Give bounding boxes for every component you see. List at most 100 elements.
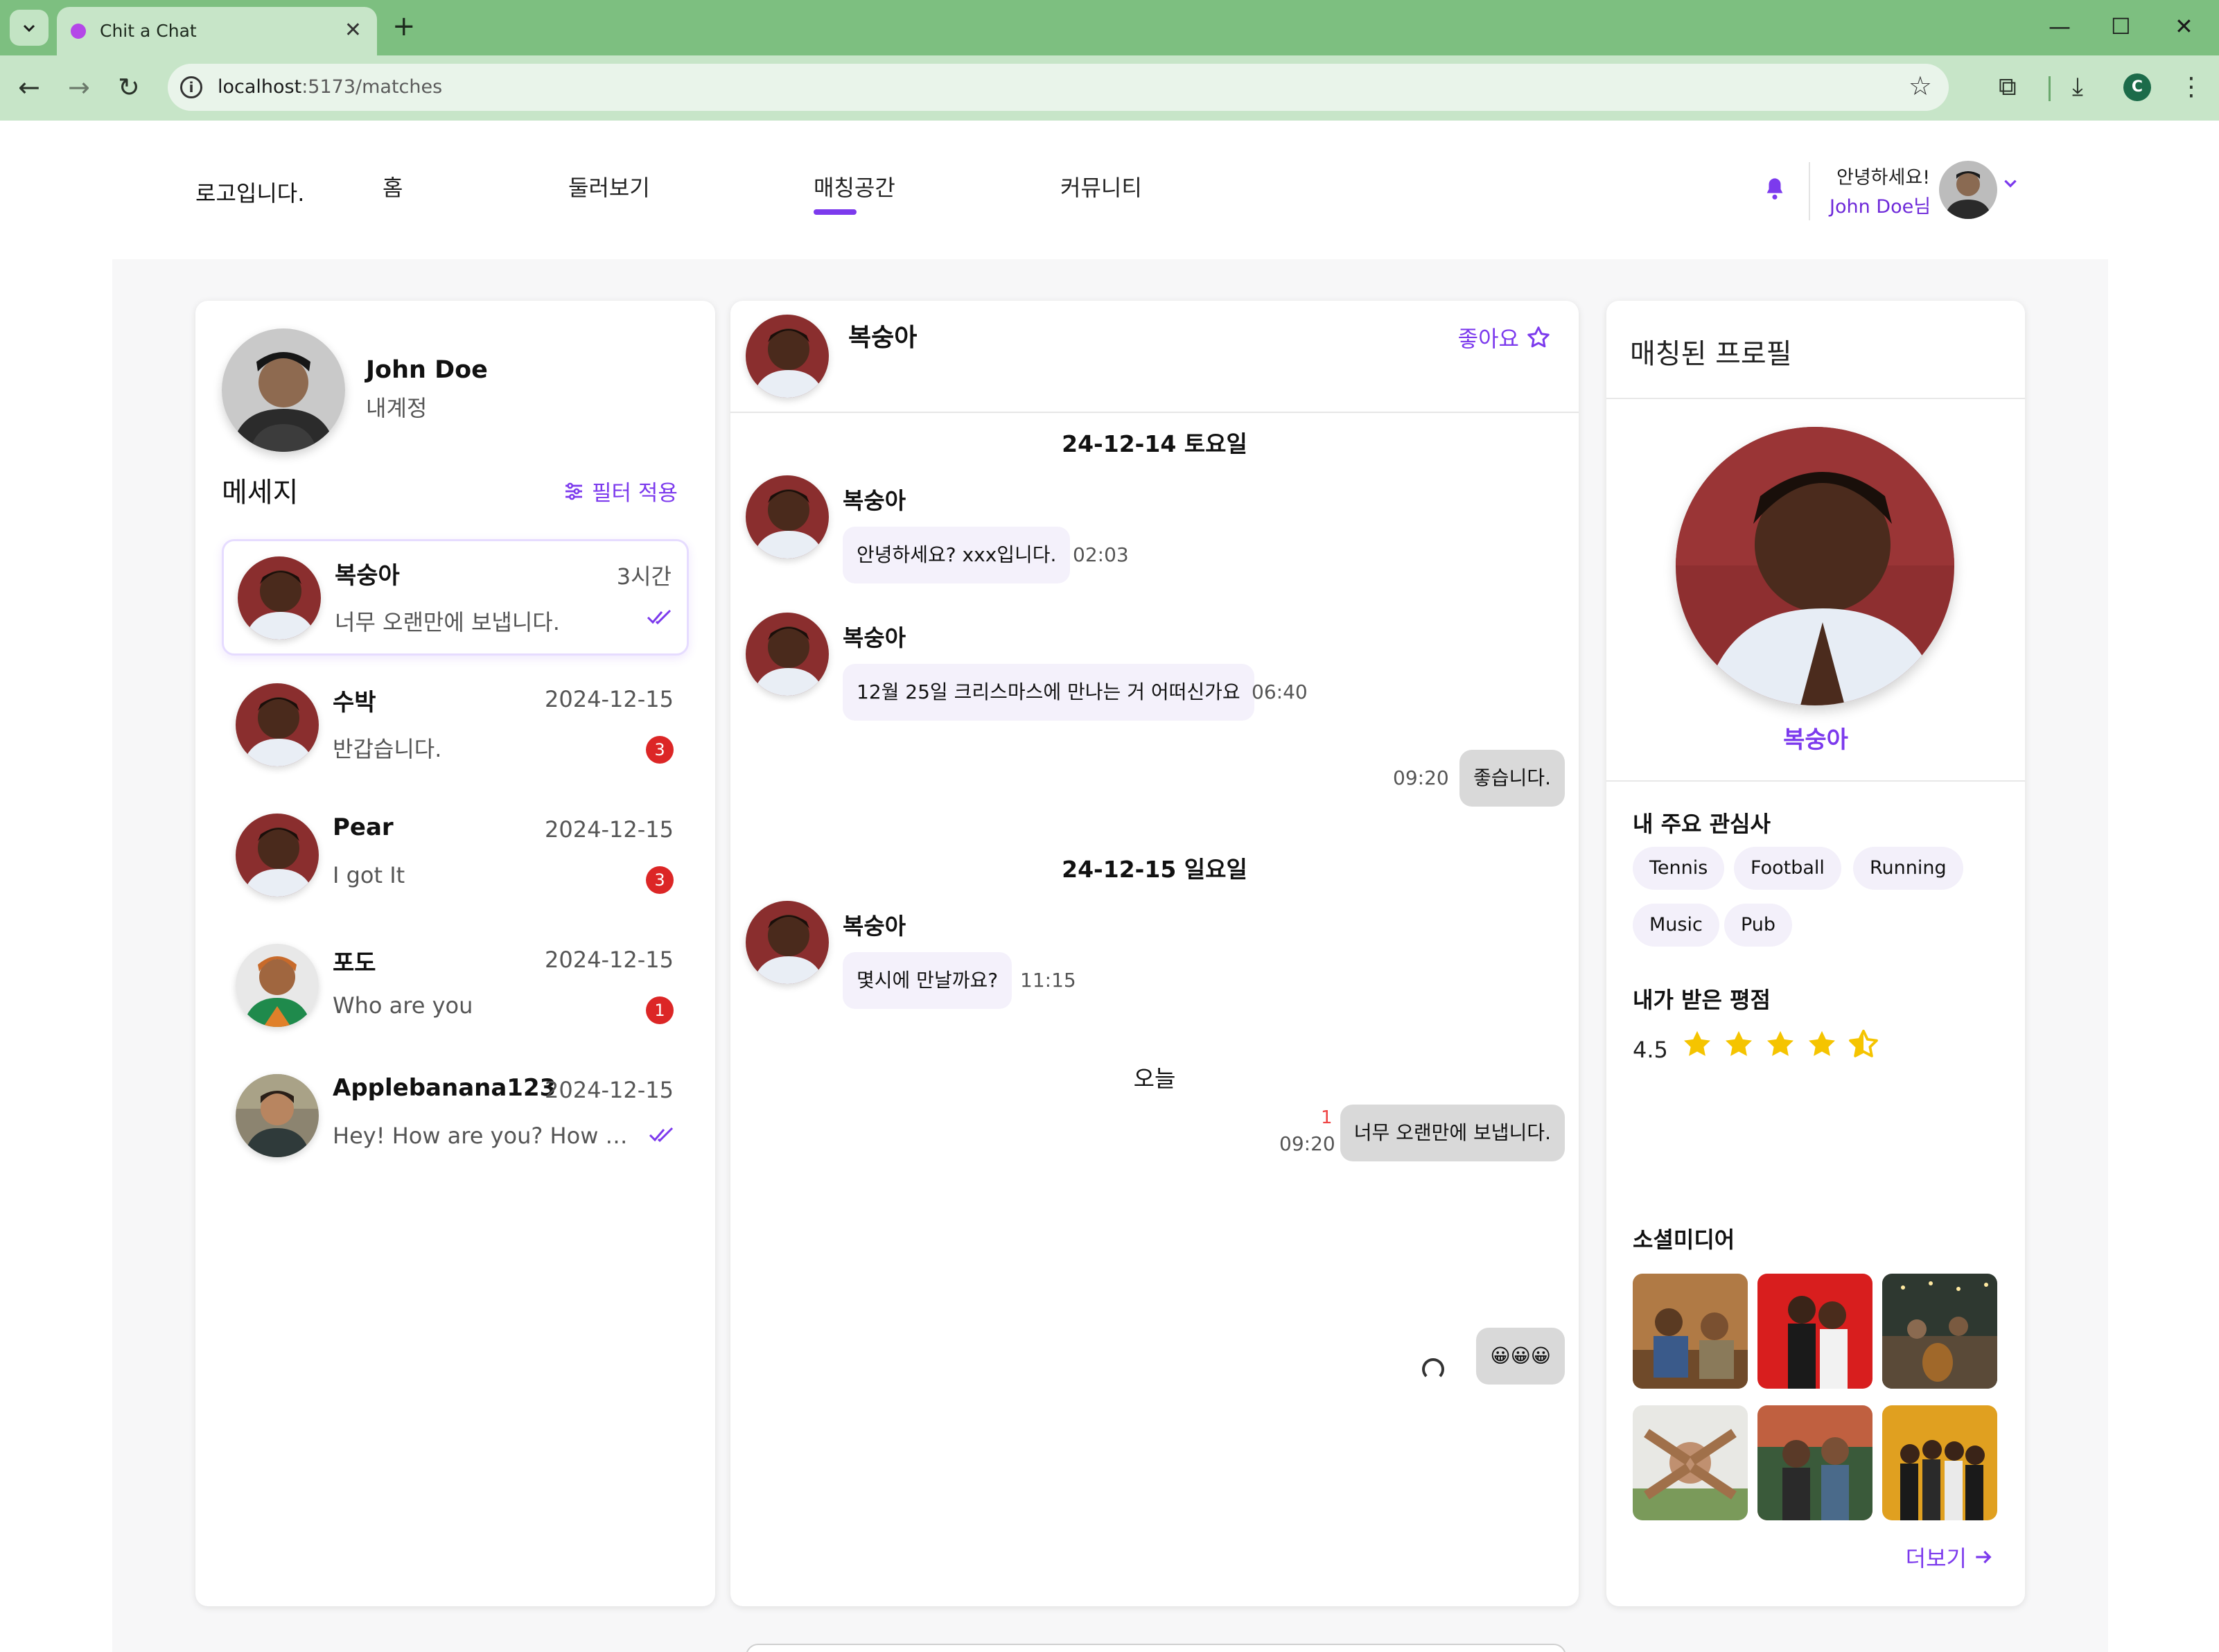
conversation-name: 복숭아 — [335, 562, 400, 590]
sending-spinner-icon — [1422, 1358, 1444, 1380]
user-avatar[interactable] — [1939, 161, 1997, 219]
active-nav-indicator — [814, 209, 857, 215]
greeting-text: 안녕하세요! — [1836, 167, 1931, 188]
chat-partner-avatar[interactable] — [746, 315, 829, 398]
close-window-icon[interactable]: ✕ — [2175, 12, 2193, 40]
download-icon[interactable]: ⤓ — [2072, 71, 2083, 104]
incoming-message-bubble: 12월 25일 크리스마스에 만나는 거 어떠신가요 — [843, 664, 1254, 721]
message-composer — [746, 1644, 1566, 1652]
social-photo[interactable] — [1882, 1405, 1997, 1520]
chat-panel: 복숭아 좋아요 24-12-14 토요일 복숭아 안녕하세요? xxx입니다. … — [730, 301, 1579, 1652]
tab-search-button[interactable] — [10, 10, 49, 46]
like-label: 좋아요 — [1457, 326, 1519, 352]
conversation-item[interactable]: Applebanana123 2024-12-15 Hey! How are y… — [222, 1059, 689, 1175]
user-greeting: John Doe님 — [1830, 196, 1931, 218]
nav-home[interactable]: 홈 — [383, 170, 403, 202]
filter-button[interactable]: 필터 적용 — [563, 475, 678, 507]
conversation-avatar — [236, 1074, 319, 1157]
bookmark-star-icon[interactable]: ☆ — [1909, 71, 1932, 101]
interests-title: 내 주요 관심사 — [1633, 811, 1771, 837]
like-button[interactable]: 좋아요 — [1458, 322, 1551, 353]
unread-badge: 3 — [646, 736, 674, 764]
star-filled-icon — [1809, 1030, 1835, 1056]
date-separator: 24-12-14 토요일 — [1062, 430, 1247, 457]
nav-matches[interactable]: 매칭공간 — [814, 170, 895, 202]
address-bar[interactable]: i localhost:5173/matches ☆ — [168, 64, 1949, 111]
interest-chip: Pub — [1724, 904, 1793, 947]
logo[interactable]: 로고입니다. — [195, 176, 304, 208]
interest-chip: Tennis — [1633, 847, 1725, 890]
social-photo[interactable] — [1633, 1405, 1748, 1520]
conversation-time: 2024-12-15 — [545, 947, 674, 973]
outgoing-message-bubble: 😀😀😀 — [1476, 1328, 1565, 1385]
my-avatar[interactable] — [222, 328, 345, 452]
minimize-icon[interactable]: — — [2049, 12, 2071, 40]
maximize-icon[interactable]: ☐ — [2111, 12, 2131, 40]
back-icon[interactable]: ← — [18, 71, 40, 104]
conversation-avatar — [238, 556, 321, 640]
chat-partner-name: 복숭아 — [848, 324, 918, 352]
star-filled-icon — [1684, 1030, 1710, 1056]
my-account-label: 내계정 — [366, 395, 428, 421]
conversation-preview: Who are you — [333, 992, 473, 1019]
messages-title: 메세지 — [222, 477, 299, 509]
conversation-time: 2024-12-15 — [545, 816, 674, 843]
rating-value: 4.5 — [1633, 1037, 1668, 1063]
conversation-name: 수박 — [333, 689, 376, 717]
unread-badge: 3 — [646, 866, 674, 894]
more-link[interactable]: 더보기 — [1906, 1541, 1994, 1573]
extensions-icon[interactable]: ⧉ — [1999, 71, 2017, 104]
forward-icon[interactable]: → — [68, 71, 90, 104]
interest-chip: Running — [1853, 847, 1963, 890]
message-time: 06:40 — [1252, 680, 1308, 703]
star-filled-icon — [1767, 1030, 1793, 1056]
conversation-preview: 반갑습니다. — [333, 736, 442, 762]
social-photo[interactable] — [1757, 1405, 1872, 1520]
arrow-right-icon — [1976, 1550, 1992, 1564]
conversation-avatar — [236, 814, 319, 897]
chat-header-divider — [730, 412, 1579, 413]
social-photo[interactable] — [1757, 1274, 1872, 1389]
browser-profile-avatar[interactable]: C — [2123, 73, 2151, 101]
profile-divider — [1606, 780, 2025, 782]
conversation-item[interactable]: 복숭아 3시간 너무 오랜만에 보냅니다. — [222, 539, 689, 656]
matched-profile-photo[interactable] — [1676, 427, 1954, 705]
conversation-preview: 너무 오랜만에 보냅니다. — [335, 609, 560, 635]
my-name: John Doe — [366, 356, 488, 384]
read-check-icon — [649, 1125, 675, 1146]
interest-chip: Football — [1734, 847, 1841, 890]
social-photo[interactable] — [1882, 1274, 1997, 1389]
conversation-name: 포도 — [333, 949, 376, 977]
star-half-icon — [1849, 1029, 1878, 1057]
url-text: localhost:5173/matches — [218, 76, 443, 98]
message-avatar — [746, 613, 829, 696]
profile-divider — [1606, 398, 2025, 399]
browser-tab[interactable]: Chit a Chat ✕ — [57, 7, 377, 55]
conversation-time: 3시간 — [616, 563, 672, 590]
rating-stars — [1681, 1028, 1879, 1060]
reload-icon[interactable]: ↻ — [118, 71, 140, 104]
nav-community[interactable]: 커뮤니티 — [1060, 170, 1142, 202]
conversation-avatar — [236, 683, 319, 766]
social-photo[interactable] — [1633, 1274, 1748, 1389]
site-info-icon[interactable]: i — [180, 76, 202, 98]
social-media-title: 소셜미디어 — [1633, 1227, 1735, 1253]
close-tab-icon[interactable]: ✕ — [344, 18, 362, 42]
new-tab-button[interactable]: + — [392, 11, 416, 42]
incoming-message-bubble: 안녕하세요? xxx입니다. — [843, 527, 1071, 583]
bell-icon[interactable] — [1763, 176, 1787, 205]
conversation-name: Pear — [333, 814, 394, 841]
filter-label: 필터 적용 — [592, 481, 678, 506]
incoming-message-bubble: 몇시에 만날까요? — [843, 952, 1012, 1009]
conversation-item[interactable]: 수박 2024-12-15 반갑습니다. 3 — [222, 668, 689, 784]
conversation-item[interactable]: Pear 2024-12-15 I got It 3 — [222, 798, 689, 915]
conversation-item[interactable]: 포도 2024-12-15 Who are you 1 — [222, 929, 689, 1045]
star-filled-icon — [1726, 1030, 1752, 1056]
nav-browse[interactable]: 둘러보기 — [568, 170, 650, 202]
user-menu-chevron-icon[interactable] — [2001, 173, 2019, 197]
star-outline-icon — [1527, 326, 1550, 348]
tab-title: Chit a Chat — [100, 21, 197, 41]
outgoing-message-bubble: 너무 오랜만에 보냅니다. — [1340, 1105, 1565, 1161]
more-menu-icon[interactable]: ⋮ — [2179, 71, 2204, 104]
message-sender: 복숭아 — [843, 487, 906, 514]
